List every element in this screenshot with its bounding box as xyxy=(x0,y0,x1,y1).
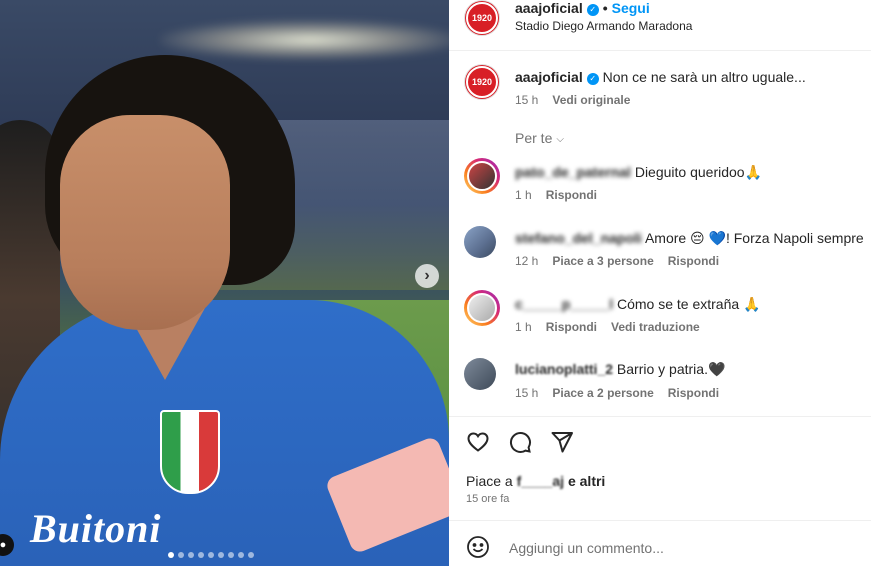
avatar-image xyxy=(467,161,497,191)
avatar[interactable] xyxy=(464,358,496,390)
carousel-dot xyxy=(188,552,194,558)
liker-username[interactable]: f____aj xyxy=(517,473,564,489)
comments-divider xyxy=(449,416,871,417)
verified-icon: ✓ xyxy=(586,73,599,85)
location-link[interactable]: Stadio Diego Armando Maradona xyxy=(515,19,692,33)
list-item: pato_de_paternal Dieguito queridoo🙏 1 h R… xyxy=(464,158,871,202)
caption-time[interactable]: 15 h xyxy=(515,93,538,107)
reply-button[interactable]: Rispondi xyxy=(668,254,719,268)
comment-text-row: pato_de_paternal Dieguito queridoo🙏 xyxy=(515,163,865,181)
comment-input[interactable] xyxy=(507,533,851,563)
comment-time[interactable]: 1 h xyxy=(515,320,532,334)
list-item: lucianoplatti_2 Barrio y patria.🖤 15 h Pi… xyxy=(464,358,871,400)
follow-button[interactable]: Segui xyxy=(612,0,650,16)
stadium-lights xyxy=(160,20,449,60)
face xyxy=(60,115,230,330)
comment-text-row: lucianoplatti_2 Barrio y patria.🖤 xyxy=(515,360,865,378)
carousel-dot xyxy=(228,552,234,558)
club-logo: 1920 xyxy=(466,66,498,98)
caption-text: Non ce ne sarà un altro uguale... xyxy=(602,69,806,85)
carousel-dot xyxy=(218,552,224,558)
list-item: c_____p_____l Cómo se te extraña 🙏 1 h Ri… xyxy=(464,290,871,334)
post-header: 1920 aaajoficial ✓ • Segui Stadio Diego Arm… xyxy=(464,0,871,50)
list-item: stefano_del_napoli Amore 😔 💙! Forza Napo… xyxy=(464,226,871,268)
verified-icon: ✓ xyxy=(586,4,599,16)
comment-text: Cómo se te extraña 🙏 xyxy=(616,296,761,312)
username-link[interactable]: aaajoficial xyxy=(515,0,583,16)
heart-icon[interactable] xyxy=(466,430,490,454)
comment-meta: 15 h Piace a 2 persone Rispondi xyxy=(515,386,733,400)
post-sidebar: 1920 aaajoficial ✓ • Segui Stadio Diego Arm… xyxy=(449,0,871,566)
comment-text: Amore 😔 💙! Forza Napoli sempre xyxy=(644,230,864,246)
carousel-dots xyxy=(168,552,254,558)
reply-button[interactable]: Rispondi xyxy=(546,320,597,334)
comment-meta: 12 h Piace a 3 persone Rispondi xyxy=(515,254,733,268)
username-link[interactable]: pato_de_paternal xyxy=(515,164,631,180)
italian-shield-badge xyxy=(160,410,220,494)
username-link[interactable]: lucianoplatti_2 xyxy=(515,361,613,377)
comment-sort-dropdown[interactable]: Per te ⌵ xyxy=(515,130,564,146)
username-link[interactable]: aaajoficial xyxy=(515,69,583,85)
reply-button[interactable]: Rispondi xyxy=(668,386,719,400)
post-image[interactable]: Buitoni › ● xyxy=(0,0,449,566)
comment-text-row: stefano_del_napoli Amore 😔 💙! Forza Napo… xyxy=(515,229,865,247)
comment-likes[interactable]: Piace a 3 persone xyxy=(552,254,653,268)
share-icon[interactable] xyxy=(550,430,574,454)
reply-button[interactable]: Rispondi xyxy=(546,188,597,202)
likes-prefix: Piace a xyxy=(466,473,513,489)
see-original-link[interactable]: Vedi originale xyxy=(552,93,630,107)
caption-text-row: aaajoficial ✓ Non ce ne sarà un altro ugu… xyxy=(515,68,865,86)
avatar[interactable]: 1920 xyxy=(464,64,500,100)
jersey-sponsor: Buitoni xyxy=(30,506,162,551)
chevron-down-icon: ⌵ xyxy=(556,134,564,145)
carousel-dot xyxy=(248,552,254,558)
likes-suffix[interactable]: e altri xyxy=(568,473,605,489)
dot-separator: • xyxy=(602,0,608,16)
caption-meta: 15 h Vedi originale xyxy=(515,93,644,107)
post-time[interactable]: 15 ore fa xyxy=(466,493,509,505)
username-link[interactable]: stefano_del_napoli xyxy=(515,230,642,246)
avatar[interactable]: 1920 xyxy=(464,0,500,36)
comment-icon[interactable] xyxy=(508,430,532,454)
comment-meta: 1 h Rispondi xyxy=(515,188,611,202)
avatar-image xyxy=(467,293,497,323)
carousel-dot xyxy=(198,552,204,558)
comment-time[interactable]: 15 h xyxy=(515,386,538,400)
club-logo: 1920 xyxy=(466,2,498,34)
emoji-icon[interactable] xyxy=(466,535,490,559)
header-username-row: aaajoficial ✓ • Segui xyxy=(515,0,650,16)
username-link[interactable]: c_____p_____l xyxy=(515,296,613,312)
comment-likes[interactable]: Piace a 2 persone xyxy=(552,386,653,400)
comment-time[interactable]: 1 h xyxy=(515,188,532,202)
comment-text: Barrio y patria.🖤 xyxy=(616,361,726,377)
avatar[interactable] xyxy=(464,226,496,258)
post-actions xyxy=(466,430,574,454)
likes-summary[interactable]: Piace a f____aj e altri xyxy=(466,473,605,489)
header-divider xyxy=(449,50,871,51)
avatar[interactable] xyxy=(464,158,500,194)
add-comment-bar xyxy=(449,520,871,567)
carousel-dot xyxy=(208,552,214,558)
comment-meta: 1 h Rispondi Vedi traduzione xyxy=(515,320,714,334)
comment-text: Dieguito queridoo🙏 xyxy=(634,164,763,180)
avatar[interactable] xyxy=(464,290,500,326)
carousel-dot xyxy=(178,552,184,558)
see-translation-link[interactable]: Vedi traduzione xyxy=(611,320,700,334)
carousel-dot xyxy=(238,552,244,558)
comment-time[interactable]: 12 h xyxy=(515,254,538,268)
chevron-right-icon[interactable]: › xyxy=(415,264,439,288)
comment-text-row: c_____p_____l Cómo se te extraña 🙏 xyxy=(515,295,865,313)
carousel-dot xyxy=(168,552,174,558)
sort-label: Per te xyxy=(515,130,553,146)
